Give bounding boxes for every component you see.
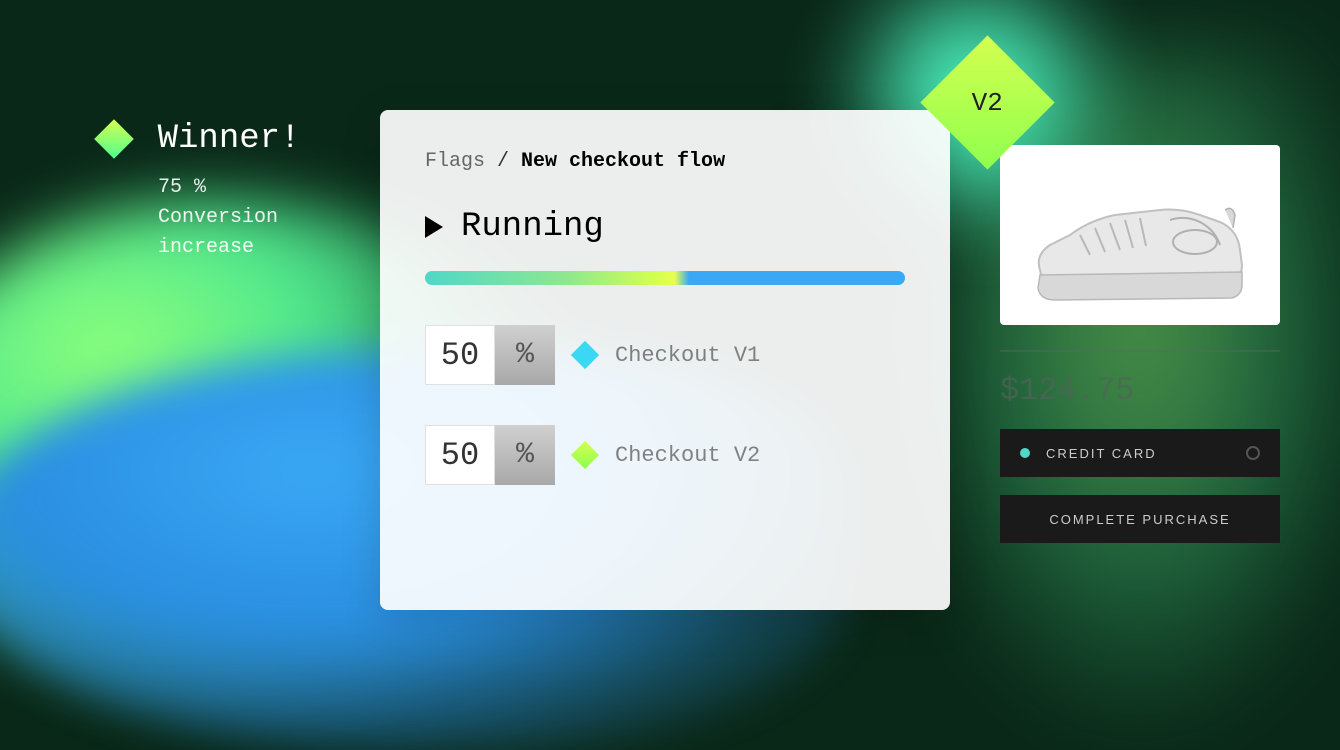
winner-metric-value: 75 % [158, 176, 206, 199]
checkout-preview-panel: $124.75 CREDIT CARD COMPLETE PURCHASE [1000, 145, 1300, 543]
diamond-icon [571, 341, 599, 369]
winner-metric-block: 75 % Conversion increase [158, 173, 300, 263]
radio-outline-icon [1246, 446, 1260, 460]
experiment-card: Flags / New checkout flow Running 50 % C… [380, 110, 950, 610]
diamond-icon [94, 119, 134, 159]
percent-icon: % [495, 325, 555, 385]
status-label: Running [461, 208, 604, 246]
payment-method-row[interactable]: CREDIT CARD [1000, 429, 1280, 477]
winner-metric-label-1: Conversion [158, 206, 278, 229]
winner-title: Winner! [158, 120, 301, 158]
radio-selected-icon [1020, 448, 1030, 458]
variant-row-v1: 50 % Checkout V1 [425, 325, 905, 385]
percent-icon: % [495, 425, 555, 485]
diamond-icon [571, 441, 599, 469]
variant-percentage-value: 50 [425, 425, 495, 485]
variant-label: Checkout V1 [615, 343, 760, 368]
version-badge-text: V2 [972, 88, 1003, 118]
complete-purchase-button[interactable]: COMPLETE PURCHASE [1000, 495, 1280, 543]
winner-metric-label-2: increase [158, 236, 254, 259]
play-icon[interactable] [425, 216, 443, 238]
sneaker-icon [1020, 160, 1260, 310]
divider [1000, 350, 1280, 352]
variant-value-box[interactable]: 50 % [425, 425, 555, 485]
payment-method-label: CREDIT CARD [1046, 446, 1157, 461]
breadcrumb-current: New checkout flow [521, 150, 725, 173]
product-price: $124.75 [1000, 372, 1300, 409]
breadcrumb: Flags / New checkout flow [425, 150, 905, 173]
status-row: Running [425, 208, 905, 246]
purchase-button-label: COMPLETE PURCHASE [1049, 512, 1230, 527]
variant-value-box[interactable]: 50 % [425, 325, 555, 385]
variant-row-v2: 50 % Checkout V2 [425, 425, 905, 485]
variant-label: Checkout V2 [615, 443, 760, 468]
progress-bar [425, 271, 905, 285]
winner-panel: Winner! 75 % Conversion increase [100, 120, 300, 263]
breadcrumb-parent[interactable]: Flags [425, 150, 485, 173]
variant-percentage-value: 50 [425, 325, 495, 385]
product-image [1000, 145, 1280, 325]
breadcrumb-separator: / [485, 150, 521, 173]
